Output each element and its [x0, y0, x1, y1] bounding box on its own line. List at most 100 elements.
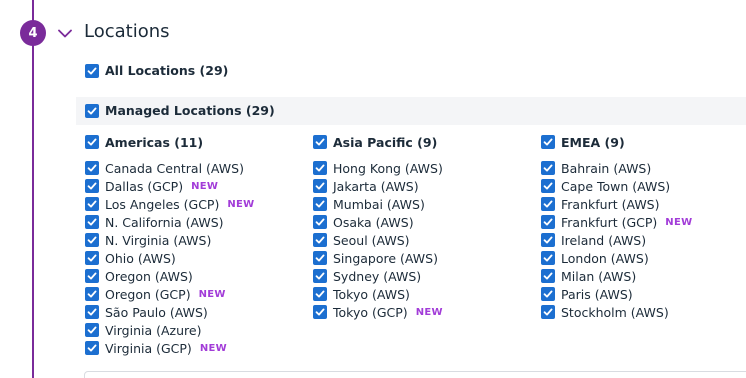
checkmark-icon[interactable]: [313, 233, 327, 247]
checkmark-icon[interactable]: [313, 197, 327, 211]
location-label: Canada Central (AWS): [105, 160, 244, 176]
location-label: Stockholm (AWS): [561, 304, 669, 320]
location-checkbox[interactable]: Mumbai (AWS): [313, 195, 443, 213]
step-number-badge: 4: [20, 20, 46, 46]
checkmark-icon[interactable]: [541, 179, 555, 193]
location-checkbox[interactable]: Virginia (GCP) NEW: [85, 339, 254, 357]
location-checkbox[interactable]: Ireland (AWS): [541, 231, 692, 249]
location-label: Mumbai (AWS): [333, 196, 425, 212]
checkmark-icon[interactable]: [313, 251, 327, 265]
checkmark-icon[interactable]: [85, 323, 99, 337]
checkmark-icon[interactable]: [541, 215, 555, 229]
checkmark-icon[interactable]: [85, 135, 99, 149]
new-badge: NEW: [191, 180, 219, 192]
managed-locations-checkbox[interactable]: Managed Locations (29): [85, 102, 275, 120]
checkmark-icon[interactable]: [85, 179, 99, 193]
checkmark-icon[interactable]: [85, 215, 99, 229]
location-checkbox[interactable]: Dallas (GCP) NEW: [85, 177, 254, 195]
location-label: Seoul (AWS): [333, 232, 410, 248]
checkmark-icon[interactable]: [85, 233, 99, 247]
location-checkbox[interactable]: Oregon (AWS): [85, 267, 254, 285]
location-checkbox[interactable]: N. Virginia (AWS): [85, 231, 254, 249]
region-checkbox[interactable]: EMEA (9): [541, 133, 692, 151]
checkmark-icon[interactable]: [85, 104, 99, 118]
checkmark-icon[interactable]: [541, 287, 555, 301]
checkmark-icon[interactable]: [85, 251, 99, 265]
location-checkbox[interactable]: Canada Central (AWS): [85, 159, 254, 177]
location-checkbox[interactable]: São Paulo (AWS): [85, 303, 254, 321]
location-label: Dallas (GCP): [105, 178, 184, 194]
location-checkbox[interactable]: Frankfurt (GCP) NEW: [541, 213, 692, 231]
checkmark-icon[interactable]: [541, 197, 555, 211]
new-badge: NEW: [199, 342, 227, 354]
location-checkbox[interactable]: Virginia (Azure): [85, 321, 254, 339]
next-section-panel: [84, 371, 746, 378]
checkmark-icon[interactable]: [313, 287, 327, 301]
location-label: Osaka (AWS): [333, 214, 414, 230]
checkmark-icon[interactable]: [313, 269, 327, 283]
location-checkbox[interactable]: Sydney (AWS): [313, 267, 443, 285]
checkmark-icon[interactable]: [541, 305, 555, 319]
new-badge: NEW: [665, 216, 693, 228]
checkmark-icon[interactable]: [85, 64, 99, 78]
location-checkbox[interactable]: Bahrain (AWS): [541, 159, 692, 177]
checkmark-icon[interactable]: [541, 233, 555, 247]
location-checkbox[interactable]: London (AWS): [541, 249, 692, 267]
location-label: Frankfurt (AWS): [561, 196, 660, 212]
checkmark-icon[interactable]: [85, 305, 99, 319]
location-checkbox[interactable]: Oregon (GCP) NEW: [85, 285, 254, 303]
checkmark-icon[interactable]: [85, 287, 99, 301]
location-label: Virginia (Azure): [105, 322, 202, 338]
location-label: Frankfurt (GCP): [561, 214, 658, 230]
location-checkbox[interactable]: N. California (AWS): [85, 213, 254, 231]
region-label: EMEA (9): [561, 134, 625, 150]
all-locations-label: All Locations (29): [105, 63, 229, 78]
region-label: Asia Pacific (9): [333, 134, 438, 150]
location-checkbox[interactable]: Stockholm (AWS): [541, 303, 692, 321]
checkmark-icon[interactable]: [313, 179, 327, 193]
region-column: Asia Pacific (9) Hong Kong (AWS) Jakarta (…: [313, 133, 443, 321]
location-label: Virginia (GCP): [105, 340, 192, 356]
location-checkbox[interactable]: Hong Kong (AWS): [313, 159, 443, 177]
location-label: Milan (AWS): [561, 268, 637, 284]
location-label: Sydney (AWS): [333, 268, 422, 284]
checkmark-icon[interactable]: [541, 269, 555, 283]
location-checkbox[interactable]: Milan (AWS): [541, 267, 692, 285]
chevron-down-icon[interactable]: [56, 24, 74, 42]
location-checkbox[interactable]: Los Angeles (GCP) NEW: [85, 195, 254, 213]
region-column: EMEA (9) Bahrain (AWS) Cape Town (AWS) Fran…: [541, 133, 692, 321]
location-checkbox[interactable]: Singapore (AWS): [313, 249, 443, 267]
location-label: Ireland (AWS): [561, 232, 647, 248]
region-checkbox[interactable]: Americas (11): [85, 133, 254, 151]
location-label: Oregon (AWS): [105, 268, 193, 284]
location-label: Oregon (GCP): [105, 286, 191, 302]
location-checkbox[interactable]: Tokyo (GCP) NEW: [313, 303, 443, 321]
location-checkbox[interactable]: Ohio (AWS): [85, 249, 254, 267]
all-locations-checkbox[interactable]: All Locations (29): [85, 62, 228, 80]
location-checkbox[interactable]: Frankfurt (AWS): [541, 195, 692, 213]
location-checkbox[interactable]: Cape Town (AWS): [541, 177, 692, 195]
checkmark-icon[interactable]: [313, 135, 327, 149]
new-badge: NEW: [415, 306, 443, 318]
location-label: Paris (AWS): [561, 286, 633, 302]
location-checkbox[interactable]: Seoul (AWS): [313, 231, 443, 249]
location-label: N. California (AWS): [105, 214, 224, 230]
checkmark-icon[interactable]: [541, 161, 555, 175]
location-checkbox[interactable]: Jakarta (AWS): [313, 177, 443, 195]
checkmark-icon[interactable]: [85, 197, 99, 211]
checkmark-icon[interactable]: [313, 305, 327, 319]
checkmark-icon[interactable]: [85, 269, 99, 283]
checkmark-icon[interactable]: [85, 341, 99, 355]
checkmark-icon[interactable]: [541, 135, 555, 149]
location-checkbox[interactable]: Tokyo (AWS): [313, 285, 443, 303]
location-label: Bahrain (AWS): [561, 160, 652, 176]
region-column: Americas (11) Canada Central (AWS) Dallas …: [85, 133, 254, 357]
checkmark-icon[interactable]: [541, 251, 555, 265]
checkmark-icon[interactable]: [313, 215, 327, 229]
checkmark-icon[interactable]: [313, 161, 327, 175]
location-label: Singapore (AWS): [333, 250, 438, 266]
location-checkbox[interactable]: Osaka (AWS): [313, 213, 443, 231]
location-checkbox[interactable]: Paris (AWS): [541, 285, 692, 303]
checkmark-icon[interactable]: [85, 161, 99, 175]
region-checkbox[interactable]: Asia Pacific (9): [313, 133, 443, 151]
